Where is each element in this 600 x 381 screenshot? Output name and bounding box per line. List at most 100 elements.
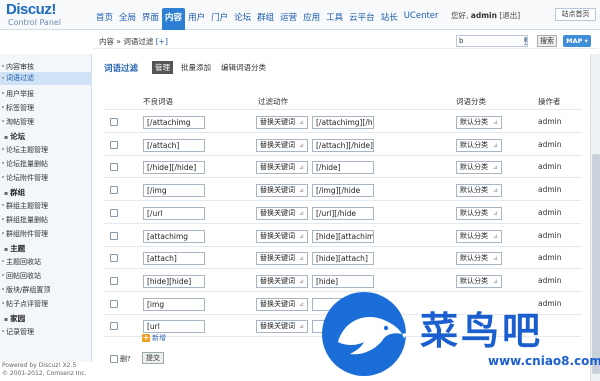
- nav-item-5[interactable]: 门户: [208, 8, 231, 30]
- nav-item-8[interactable]: 运营: [277, 8, 300, 30]
- nav-item-9[interactable]: 应用: [300, 8, 323, 30]
- search-input[interactable]: b: [456, 35, 528, 47]
- add-word-label: 新增: [152, 334, 166, 342]
- nav-item-4[interactable]: 用户: [185, 8, 208, 30]
- submit-button[interactable]: 提交: [142, 352, 164, 364]
- category-select[interactable]: 默认分类 ⊿: [456, 230, 502, 243]
- add-shortcut-link[interactable]: [+]: [156, 37, 168, 46]
- category-select[interactable]: 默认分类 ⊿: [456, 184, 502, 197]
- sidebar-item-17[interactable]: 帖子点评管理: [2, 299, 48, 309]
- delete-all-checkbox[interactable]: [110, 355, 118, 363]
- row-checkbox[interactable]: [110, 163, 118, 171]
- row-checkbox[interactable]: [110, 118, 118, 126]
- row-checkbox[interactable]: [110, 209, 118, 217]
- filter-action-select[interactable]: 替换关键词 ⊿: [256, 207, 308, 220]
- row-checkbox[interactable]: [110, 141, 118, 149]
- tab-manage[interactable]: 管理: [152, 61, 173, 74]
- bad-word-input[interactable]: [/img: [143, 184, 205, 197]
- filter-action-select[interactable]: 替换关键词 ⊿: [256, 298, 308, 311]
- bad-word-input[interactable]: [/attachimg: [143, 116, 205, 129]
- category-select[interactable]: 默认分类 ⊿: [456, 116, 502, 129]
- row-divider: [104, 132, 582, 133]
- row-checkbox[interactable]: [110, 186, 118, 194]
- category-select[interactable]: 默认分类 ⊿: [456, 161, 502, 174]
- sidebar-item-14[interactable]: 主题回收站: [2, 257, 41, 267]
- sidebar-item-11[interactable]: 群组批量删帖: [2, 215, 48, 225]
- nav-item-12[interactable]: 站长: [378, 8, 401, 30]
- bad-word-input[interactable]: [url: [143, 320, 205, 333]
- sidebar-item-3[interactable]: 标签管理: [2, 103, 34, 113]
- filter-action-select[interactable]: 替换关键词 ⊿: [256, 230, 308, 243]
- search-button[interactable]: 搜索: [537, 35, 557, 47]
- map-button[interactable]: MAP ▾: [563, 35, 591, 47]
- row-checkbox[interactable]: [110, 232, 118, 240]
- nav-item-0[interactable]: 首页: [93, 8, 116, 30]
- bad-word-input[interactable]: [attachimg: [143, 230, 205, 243]
- category-select[interactable]: 默认分类 ⊿: [456, 252, 502, 265]
- nav-item-3[interactable]: 内容: [162, 8, 186, 30]
- filter-action-select[interactable]: 替换关键词 ⊿: [256, 252, 308, 265]
- sidebar-item-12[interactable]: 群组附件管理: [2, 229, 48, 239]
- nav-item-6[interactable]: 论坛: [231, 8, 254, 30]
- row-checkbox[interactable]: [110, 322, 118, 330]
- nav-item-11[interactable]: 云平台: [346, 8, 378, 30]
- sidebar-item-7[interactable]: 论坛批量删帖: [2, 159, 48, 169]
- bad-word-input[interactable]: [hide][hide]: [143, 275, 205, 288]
- nav-item-13[interactable]: UCenter: [401, 8, 442, 30]
- header-bar: Discuz! Control Panel 首页 全局 界面 内容 用户 门户 论坛 群组 运营…: [0, 0, 600, 30]
- row-checkbox[interactable]: [110, 254, 118, 262]
- replacement-input[interactable]: [/url][/hide: [312, 207, 374, 220]
- bad-word-input[interactable]: [/attach]: [143, 139, 205, 152]
- discuz-logo[interactable]: Discuz! Control Panel: [6, 2, 90, 30]
- microphone-icon[interactable]: [523, 37, 528, 45]
- filter-action-select[interactable]: 替换关键词 ⊿: [256, 320, 308, 333]
- sidebar-item-15[interactable]: 回帖回收站: [2, 271, 41, 281]
- tab-batch-add[interactable]: 批量添加: [178, 61, 214, 74]
- filter-action-value: 替换关键词: [260, 163, 295, 171]
- sidebar-item-6[interactable]: 论坛主题管理: [2, 145, 48, 155]
- sidebar-item-0[interactable]: 内容审核: [2, 62, 34, 72]
- category-value: 默认分类: [460, 141, 488, 149]
- replacement-input[interactable]: [hide]: [312, 275, 374, 288]
- sidebar-item-10[interactable]: 群组主题管理: [2, 201, 48, 211]
- nav-item-2[interactable]: 界面: [139, 8, 162, 30]
- add-word-link[interactable]: + 新增: [142, 333, 166, 343]
- filter-action-select[interactable]: 替换关键词 ⊿: [256, 116, 308, 129]
- dropdown-arrow-icon: ⊿: [492, 187, 498, 194]
- bad-word-input[interactable]: [img: [143, 298, 205, 311]
- sidebar-item-19[interactable]: 记录管理: [2, 327, 34, 337]
- filter-action-value: 替换关键词: [260, 232, 295, 240]
- sidebar-item-1[interactable]: 词语过滤: [0, 72, 91, 85]
- column-header-word: 不良词语: [143, 97, 173, 106]
- sidebar-item-4[interactable]: 淘帖管理: [2, 117, 34, 127]
- bad-word-input[interactable]: [/url: [143, 207, 205, 220]
- sidebar-item-2[interactable]: 用户举报: [2, 89, 34, 99]
- category-select[interactable]: 默认分类 ⊿: [456, 207, 502, 220]
- category-select[interactable]: 默认分类 ⊿: [456, 275, 502, 288]
- filter-action-select[interactable]: 替换关键词 ⊿: [256, 184, 308, 197]
- replacement-input[interactable]: [hide][attachimg: [312, 230, 374, 243]
- replacement-input[interactable]: [/attachimg][/hi: [312, 116, 374, 129]
- nav-item-10[interactable]: 工具: [323, 8, 346, 30]
- replacement-input[interactable]: [/hide]: [312, 161, 374, 174]
- site-home-button[interactable]: 站点首页: [555, 8, 596, 21]
- category-select[interactable]: 默认分类 ⊿: [456, 139, 502, 152]
- row-checkbox[interactable]: [110, 300, 118, 308]
- replacement-input[interactable]: [/img][/hide: [312, 184, 374, 197]
- filter-action-select[interactable]: 替换关键词 ⊿: [256, 275, 308, 288]
- bad-word-input[interactable]: [attach]: [143, 252, 205, 265]
- sidebar-item-8[interactable]: 论坛附件管理: [2, 173, 48, 183]
- replacement-input[interactable]: [/attach][/hide]: [312, 139, 374, 152]
- replacement-input[interactable]: [hide][attach]: [312, 252, 374, 265]
- row-checkbox[interactable]: [110, 277, 118, 285]
- logout-link[interactable]: [退出]: [499, 11, 520, 20]
- tab-edit-category[interactable]: 编辑词语分类: [218, 61, 269, 74]
- bad-word-input[interactable]: [/hide][/hide]: [143, 161, 205, 174]
- filter-action-select[interactable]: 替换关键词 ⊿: [256, 139, 308, 152]
- nav-item-1[interactable]: 全局: [116, 8, 139, 30]
- logo-subtitle: Control Panel: [8, 18, 62, 27]
- sidebar-item-16[interactable]: 版块/群组置顶: [1, 285, 50, 295]
- nav-item-7[interactable]: 群组: [254, 8, 277, 30]
- user-greeting: 您好, admin [退出]: [451, 10, 520, 21]
- filter-action-select[interactable]: 替换关键词 ⊿: [256, 161, 308, 174]
